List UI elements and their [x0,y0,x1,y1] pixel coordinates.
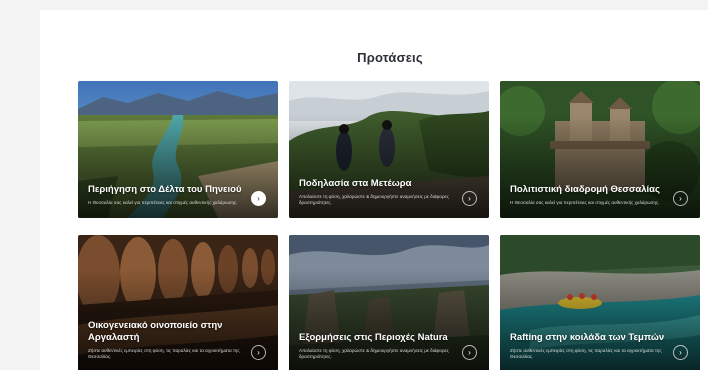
card-title: Εξορμήσεις στις Περιοχές Natura [299,332,448,343]
card-text: Ποδηλασία στα Μετέωρα Απολαύστε τη φύση,… [299,178,459,206]
card-text: Πολιτιστική διαδρομή Θεσσαλίας Η Θεσσαλί… [510,184,670,206]
arrow-right-icon[interactable]: › [673,191,688,206]
card-title: Πολιτιστική διαδρομή Θεσσαλίας [510,184,660,195]
card-description: Απολαύστε τη φύση, χαλαρώστε & δημιουργή… [299,194,449,205]
section-title: Προτάσεις [357,50,423,65]
arrow-right-icon[interactable]: › [462,191,477,206]
card-description: Ζήστε αυθεντικές εμπειρίες στη φύση, τις… [510,348,662,359]
card-title: Περιήγηση στο Δέλτα του Πηνειού [88,184,242,195]
arrow-right-icon[interactable]: › [673,345,688,360]
card-text: Οικογενειακό οινοποιείο στην Αργαλαστή Ζ… [88,320,248,360]
card-title: Rafting στην κοιλάδα των Τεμπών [510,332,665,343]
arrow-right-icon[interactable]: › [251,191,266,206]
card-title: Οικογενειακό οινοποιείο στην Αργαλαστή [88,320,223,343]
suggestion-card-rafting[interactable]: Rafting στην κοιλάδα των Τεμπών Ζήστε αυ… [500,235,700,370]
suggestion-card-cultural-route[interactable]: Πολιτιστική διαδρομή Θεσσαλίας Η Θεσσαλί… [500,81,700,218]
suggestion-card-meteora-cycling[interactable]: Ποδηλασία στα Μετέωρα Απολαύστε τη φύση,… [289,81,489,218]
suggestion-card-natura[interactable]: Εξορμήσεις στις Περιοχές Natura Απολαύστ… [289,235,489,370]
card-description: Η Θεσσαλία σας καλεί για περιπέτειες και… [510,200,660,205]
arrow-right-icon[interactable]: › [251,345,266,360]
card-title: Ποδηλασία στα Μετέωρα [299,178,412,189]
card-description: Απολαύστε τη φύση, χαλαρώστε & δημιουργή… [299,348,449,359]
suggestion-card-winery[interactable]: Οικογενειακό οινοποιείο στην Αργαλαστή Ζ… [78,235,278,370]
card-text: Περιήγηση στο Δέλτα του Πηνειού Η Θεσσαλ… [88,184,248,206]
card-text: Εξορμήσεις στις Περιοχές Natura Απολαύστ… [299,332,459,360]
card-text: Rafting στην κοιλάδα των Τεμπών Ζήστε αυ… [510,332,670,360]
suggestion-card-peneios-delta[interactable]: Περιήγηση στο Δέλτα του Πηνειού Η Θεσσαλ… [78,81,278,218]
card-description: Η Θεσσαλία σας καλεί για περιπέτειες και… [88,200,238,205]
suggestions-grid: Περιήγηση στο Δέλτα του Πηνειού Η Θεσσαλ… [78,81,700,370]
arrow-right-icon[interactable]: › [462,345,477,360]
card-description: Ζήστε αυθεντικές εμπειρίες στη φύση, τις… [88,348,240,359]
